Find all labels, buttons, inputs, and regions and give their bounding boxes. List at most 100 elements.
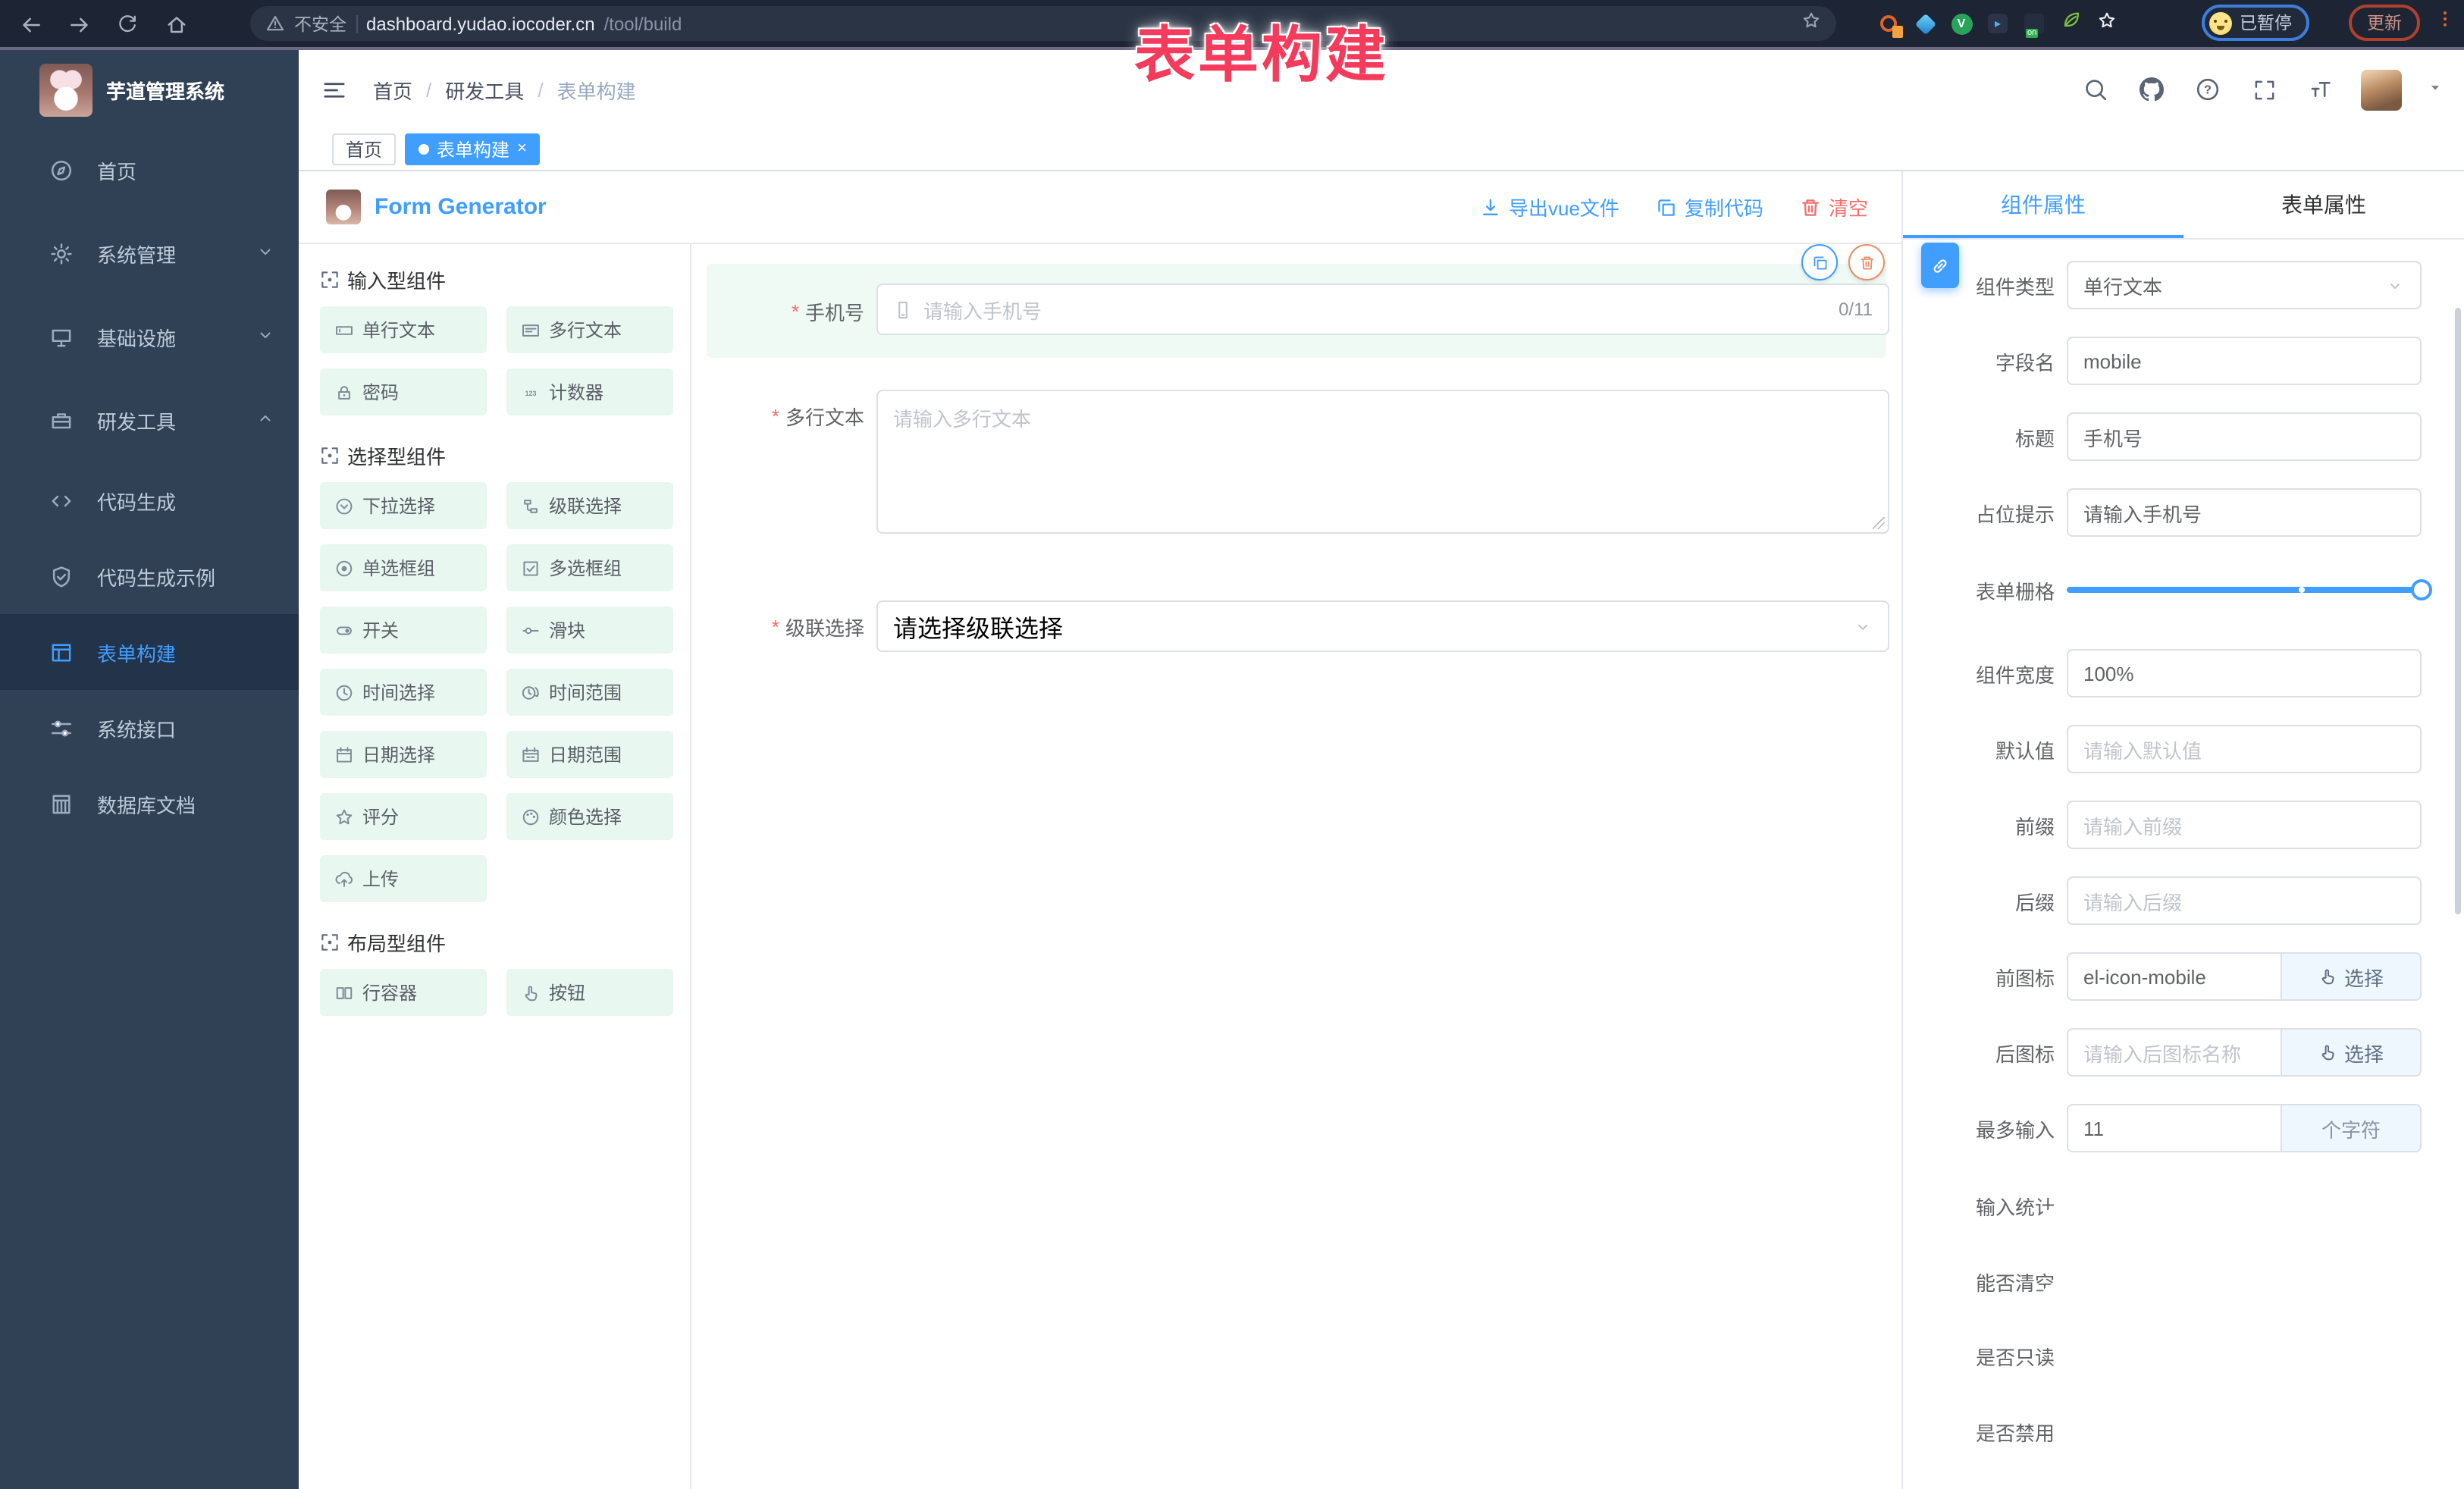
tab-component-props[interactable]: 组件属性 (1903, 171, 2183, 238)
placeholder: 请输入多行文本 (893, 408, 1031, 431)
ext-leaf-icon[interactable] (2059, 12, 2082, 35)
fontsize-icon[interactable] (2305, 74, 2335, 105)
icon-picker-button[interactable]: 选择 (2281, 1030, 2420, 1075)
palette-item[interactable]: 行容器 (320, 969, 487, 1016)
address-bar[interactable]: 不安全 dashboard.yudao.iocoder.cn/tool/buil… (250, 6, 1836, 41)
app-logo-row[interactable]: 芋道管理系统 (0, 50, 299, 126)
browser-menu-icon[interactable] (2435, 9, 2455, 36)
field-input[interactable]: 请输入前缀 (2067, 801, 2422, 849)
slider-track[interactable] (2067, 587, 2422, 593)
sidebar-item-0[interactable]: 首页 (0, 129, 299, 212)
sidebar-item-3[interactable]: 研发工具 (0, 379, 299, 462)
avatar[interactable] (2361, 69, 2402, 110)
ext-orange-ring-icon[interactable] (1877, 12, 1900, 35)
navbar-right-icons: ? (2080, 69, 2464, 110)
field-input[interactable]: mobile (2067, 337, 2422, 385)
hamburger-icon[interactable] (321, 77, 347, 102)
tab-1[interactable]: 表单构建× (405, 133, 541, 165)
action-2-button[interactable]: 清空 (1800, 193, 1868, 221)
fullscreen-icon[interactable] (2249, 74, 2279, 105)
sidebar-item-2[interactable]: 基础设施 (0, 296, 299, 379)
grid-slider[interactable] (2067, 566, 2422, 614)
palette-item[interactable]: 下拉选择 (320, 482, 487, 529)
tab-form-props[interactable]: 表单属性 (2183, 171, 2464, 238)
palette-item[interactable]: 多行文本 (506, 306, 673, 353)
palette-item[interactable]: 123计数器 (506, 368, 673, 415)
sidebar-item-5[interactable]: 代码生成示例 (0, 538, 299, 614)
home-icon[interactable] (162, 11, 190, 38)
palette-item[interactable]: 单行文本 (320, 306, 487, 353)
palette-item[interactable]: 日期范围 (506, 731, 673, 778)
palette-item[interactable]: 密码 (320, 368, 487, 415)
close-icon[interactable]: × (517, 141, 527, 158)
sidebar-item-7[interactable]: 系统接口 (0, 690, 299, 766)
pointer-icon (2318, 967, 2337, 986)
palette-item[interactable]: 滑块 (506, 607, 673, 654)
ext-on-badge-icon[interactable]: on (2023, 12, 2045, 35)
action-1-button[interactable]: 复制代码 (1656, 193, 1763, 221)
guide-icon (50, 159, 73, 182)
sidebar-item-4[interactable]: 代码生成 (0, 462, 299, 538)
github-icon[interactable] (2136, 74, 2167, 105)
sidebar-item-1[interactable]: 系统管理 (0, 212, 299, 296)
field-select[interactable]: 单行文本 (2067, 261, 2422, 309)
search-icon[interactable] (2080, 74, 2111, 105)
field-input[interactable]: 请输入手机号 (2067, 488, 2422, 537)
field-input[interactable]: 请输入默认值 (2067, 725, 2422, 773)
delete-component-button[interactable] (1848, 244, 1885, 281)
slider-handle[interactable] (2411, 579, 2432, 600)
palette-item[interactable]: 日期选择 (320, 731, 487, 778)
scrollbar-thumb[interactable] (2455, 308, 2461, 914)
ext-ide-icon[interactable]: ▸ (1986, 12, 2009, 35)
ext-green-v-icon[interactable]: V (1950, 12, 1973, 35)
pointer-icon (522, 983, 540, 1002)
reload-icon[interactable] (114, 11, 141, 38)
breadcrumb-item[interactable]: 首页 (373, 75, 412, 104)
palette-item[interactable]: 上传 (320, 855, 487, 902)
upload-icon (335, 870, 353, 888)
sidebar-item-6[interactable]: 表单构建 (0, 614, 299, 690)
palette-item[interactable]: 评分 (320, 793, 487, 840)
palette-item[interactable]: 颜色选择 (506, 793, 673, 840)
forward-icon[interactable] (65, 11, 92, 38)
field-input[interactable]: 请输入后缀 (2067, 876, 2422, 925)
paused-extension-badge[interactable]: 已暂停 (2202, 5, 2309, 41)
sidebar-item-8[interactable]: 数据库文档 (0, 766, 299, 842)
panel-row: 标题手机号 (1903, 412, 2464, 461)
textarea-input[interactable]: 请输入多行文本 (876, 390, 1889, 534)
back-icon[interactable] (17, 11, 44, 38)
resize-handle-icon[interactable] (1873, 517, 1885, 529)
field-input[interactable]: 请输入后图标名称 (2068, 1030, 2281, 1075)
palette-item[interactable]: 时间范围 (506, 669, 673, 716)
palette-item[interactable]: 级联选择 (506, 482, 673, 529)
form-generator-logo (326, 190, 361, 224)
ext-star-icon[interactable] (2096, 12, 2118, 35)
field-input[interactable]: 手机号 (2067, 412, 2422, 461)
bookmark-star-icon[interactable] (1801, 10, 1821, 37)
copy-component-button[interactable] (1801, 244, 1838, 281)
canvas-row[interactable]: *多行文本请输入多行文本 (707, 378, 1886, 544)
tab-label: 首页 (346, 136, 382, 162)
browser-update-button[interactable]: 更新 (2349, 5, 2420, 41)
palette-item[interactable]: 开关 (320, 607, 487, 654)
field-input[interactable]: 100% (2067, 649, 2422, 697)
icon-picker-button[interactable]: 选择 (2281, 954, 2420, 999)
action-0-button[interactable]: 导出vue文件 (1480, 193, 1619, 221)
panel-drag-handle[interactable] (1921, 243, 1959, 288)
palette-item[interactable]: 多选框组 (506, 544, 673, 591)
palette-item[interactable]: 单选框组 (320, 544, 487, 591)
caret-down-icon[interactable] (2428, 76, 2443, 103)
canvas-row[interactable]: *手机号请输入手机号0/11 (707, 264, 1886, 358)
mobile-input[interactable]: 请输入手机号0/11 (876, 284, 1889, 335)
canvas-row[interactable]: *级联选择请选择级联选择 (707, 588, 1886, 664)
required-asterisk: * (772, 404, 779, 427)
palette-item[interactable]: 时间选择 (320, 669, 487, 716)
field-input[interactable]: 11 (2068, 1105, 2281, 1151)
palette-item[interactable]: 按钮 (506, 969, 673, 1016)
breadcrumb-item[interactable]: 研发工具 (445, 75, 524, 104)
cascader-select[interactable]: 请选择级联选择 (876, 600, 1889, 652)
ext-blue-gem-icon[interactable] (1914, 12, 1936, 35)
tab-0[interactable]: 首页 (332, 133, 396, 165)
field-input[interactable]: el-icon-mobile (2068, 954, 2281, 999)
question-icon[interactable]: ? (2193, 74, 2223, 105)
